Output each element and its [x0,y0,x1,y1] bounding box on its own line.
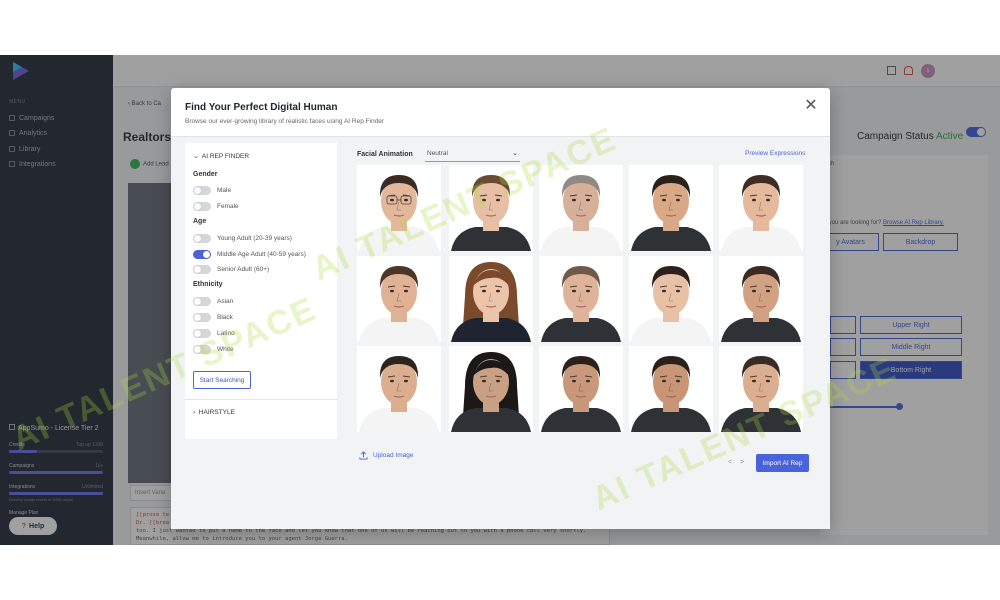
toggle-switch[interactable] [193,345,211,354]
age-young-toggle[interactable]: Young Adult (20-39 years) [193,234,292,243]
ethnicity-white-toggle[interactable]: White [193,345,234,354]
gender-female-toggle[interactable]: Female [193,202,239,211]
toggle-switch[interactable] [193,186,211,195]
face-portrait [451,262,531,342]
face-portrait [541,175,621,251]
start-searching-button[interactable]: Start Searching [193,371,251,389]
face-thumbnail[interactable] [539,256,623,342]
import-ai-rep-button[interactable]: Import AI Rep [756,454,809,472]
toggle-switch[interactable] [193,234,211,243]
app-stage: MENU Campaigns Analytics Library Integra… [0,55,1000,545]
divider [185,399,337,400]
face-thumbnail[interactable] [629,256,713,342]
ethnicity-black-toggle[interactable]: Black [193,313,233,322]
face-portrait [631,266,711,342]
face-portrait [721,356,801,432]
ai-rep-finder-accordion[interactable]: ⌄ AI REP FINDER [193,152,249,160]
toggle-switch[interactable] [193,329,211,338]
gender-label: Gender [193,171,218,178]
ai-rep-finder-modal: Find Your Perfect Digital Human Browse o… [171,88,830,529]
modal-body: ⌄ AI REP FINDER Gender Male Female Age Yo… [171,136,830,529]
upload-icon [359,451,368,460]
chevron-down-icon: ⌄ [193,153,199,160]
face-thumbnail[interactable] [539,346,623,432]
toggle-switch[interactable] [193,313,211,322]
face-thumbnail[interactable] [629,165,713,251]
age-senior-toggle[interactable]: Senior Adult (60+) [193,265,269,274]
face-thumbnail[interactable] [357,165,441,251]
ethnicity-asian-toggle[interactable]: Asian [193,297,233,306]
face-thumbnail[interactable] [357,256,441,342]
ethnicity-latino-toggle[interactable]: Latino [193,329,235,338]
face-thumbnail[interactable] [449,346,533,432]
age-label: Age [193,218,207,225]
filter-panel: ⌄ AI REP FINDER Gender Male Female Age Yo… [185,143,337,439]
toggle-switch[interactable] [193,250,211,259]
face-grid [357,165,813,437]
chevron-right-icon: › [193,409,196,416]
facial-animation-label: Facial Animation [357,151,413,158]
pagination-arrows[interactable]: < > [728,459,747,466]
toggle-switch[interactable] [193,202,211,211]
face-thumbnail[interactable] [449,165,533,251]
chevron-down-icon: ⌄ [512,150,518,157]
face-portrait [721,266,801,342]
upload-image-button[interactable]: Upload Image [359,451,413,460]
face-thumbnail[interactable] [719,346,803,432]
toggle-switch[interactable] [193,297,211,306]
face-portrait [541,266,621,342]
face-portrait [631,356,711,432]
modal-subtitle: Browse our ever-growing library of reali… [185,118,385,125]
face-portrait [631,175,711,251]
hairstyle-accordion[interactable]: › HAIRSTYLE [193,409,235,416]
preview-expressions-link[interactable]: Preview Expressions [745,150,805,157]
face-thumbnail[interactable] [449,256,533,342]
gender-male-toggle[interactable]: Male [193,186,231,195]
face-portrait [451,175,531,251]
face-portrait [451,352,531,432]
face-portrait [541,356,621,432]
modal-title: Find Your Perfect Digital Human [185,102,338,113]
face-thumbnail[interactable] [357,346,441,432]
face-thumbnail[interactable] [719,256,803,342]
face-thumbnail[interactable] [539,165,623,251]
face-portrait [359,266,439,342]
close-icon[interactable]: ✕ [803,98,819,114]
face-thumbnail[interactable] [629,346,713,432]
ethnicity-label: Ethnicity [193,281,223,288]
face-portrait [359,356,439,432]
face-portrait [721,175,801,251]
age-middle-toggle[interactable]: Middle Age Adult (40-59 years) [193,250,306,259]
facial-animation-select[interactable]: Neutral ⌄ [425,146,520,162]
toggle-switch[interactable] [193,265,211,274]
face-thumbnail[interactable] [719,165,803,251]
face-portrait [359,175,439,251]
